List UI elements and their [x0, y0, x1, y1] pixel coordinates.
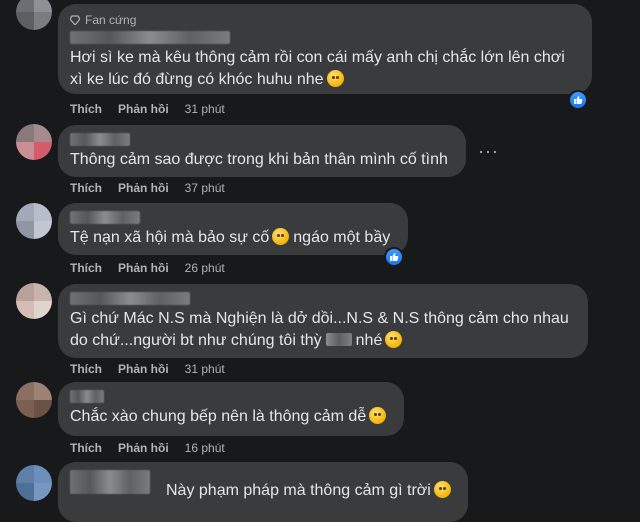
- timestamp[interactable]: 31 phút: [185, 362, 225, 376]
- comment-actions: Thích Phản hồi 31 phút: [70, 102, 225, 116]
- comment-bubble: Gì chứ Mác N.S mà Nghiện là dở dồi...N.S…: [58, 284, 588, 358]
- avatar[interactable]: [16, 382, 52, 418]
- reply-button[interactable]: Phản hồi: [118, 261, 169, 275]
- timestamp[interactable]: 26 phút: [185, 261, 225, 275]
- like-reaction[interactable]: [568, 90, 588, 110]
- like-button[interactable]: Thích: [70, 362, 102, 376]
- reply-button[interactable]: Phản hồi: [118, 362, 169, 376]
- upside-down-face-icon: [433, 481, 451, 498]
- timestamp[interactable]: 31 phút: [185, 102, 225, 116]
- tired-face-icon: [326, 70, 344, 87]
- avatar[interactable]: [16, 283, 52, 319]
- diamond-icon: [70, 15, 80, 25]
- avatar[interactable]: [16, 465, 52, 501]
- reply-button[interactable]: Phản hồi: [118, 102, 169, 116]
- rofl-face-icon: [272, 228, 290, 245]
- reply-button[interactable]: Phản hồi: [118, 441, 169, 455]
- like-button[interactable]: Thích: [70, 261, 102, 275]
- comment-bubble: Này phạm pháp mà thông cảm gì trời: [58, 462, 468, 522]
- author-name[interactable]: [70, 470, 150, 494]
- like-button[interactable]: Thích: [70, 441, 102, 455]
- timestamp[interactable]: 37 phút: [185, 181, 225, 195]
- comment-bubble: Chắc xào chung bếp nên là thông cảm dễ: [58, 382, 404, 436]
- comment-actions: Thích Phản hồi 31 phút: [70, 362, 225, 376]
- like-reaction[interactable]: [384, 247, 404, 267]
- comment-actions: Thích Phản hồi 26 phút: [70, 261, 225, 275]
- more-options-icon[interactable]: ···: [478, 142, 499, 160]
- comment-text: Thông cảm sao được trong khi bản thân mì…: [70, 151, 448, 168]
- comment-actions: Thích Phản hồi 37 phút: [70, 181, 225, 195]
- comment-text: Tệ nạn xã hội mà bảo sự cố ngáo một bầy: [70, 228, 391, 246]
- comment-bubble: Thông cảm sao được trong khi bản thân mì…: [58, 125, 466, 177]
- smirk-face-icon: [385, 331, 403, 348]
- reply-button[interactable]: Phản hồi: [118, 181, 169, 195]
- author-name[interactable]: [70, 292, 190, 305]
- like-button[interactable]: Thích: [70, 102, 102, 116]
- fan-badge: Fan cứng: [70, 12, 580, 28]
- comment-text: Chắc xào chung bếp nên là thông cảm dễ: [70, 406, 392, 428]
- comment-bubble: Fan cứng Hơi sì ke mà kêu thông cảm rồi …: [58, 4, 592, 94]
- comment-actions: Thích Phản hồi 16 phút: [70, 441, 225, 455]
- timestamp[interactable]: 16 phút: [185, 441, 225, 455]
- author-name[interactable]: [70, 133, 130, 146]
- author-name[interactable]: [70, 390, 104, 403]
- avatar[interactable]: [16, 0, 52, 30]
- author-name[interactable]: [70, 211, 140, 224]
- author-name[interactable]: [70, 31, 230, 44]
- avatar[interactable]: [16, 124, 52, 160]
- badge-label: Fan cứng: [85, 13, 137, 27]
- comment-bubble: Tệ nạn xã hội mà bảo sự cố ngáo một bầy: [58, 203, 408, 255]
- avatar[interactable]: [16, 203, 52, 239]
- comment-text: Hơi sì ke mà kêu thông cảm rồi con cái m…: [70, 49, 565, 88]
- like-button[interactable]: Thích: [70, 181, 102, 195]
- thumbs-up-icon: [574, 96, 583, 104]
- censored-text: [325, 333, 352, 346]
- thumbs-up-icon: [390, 253, 399, 261]
- comment-text: Gì chứ Mác N.S mà Nghiện là dở dồi...N.S…: [70, 310, 569, 349]
- worried-face-icon: [369, 407, 387, 424]
